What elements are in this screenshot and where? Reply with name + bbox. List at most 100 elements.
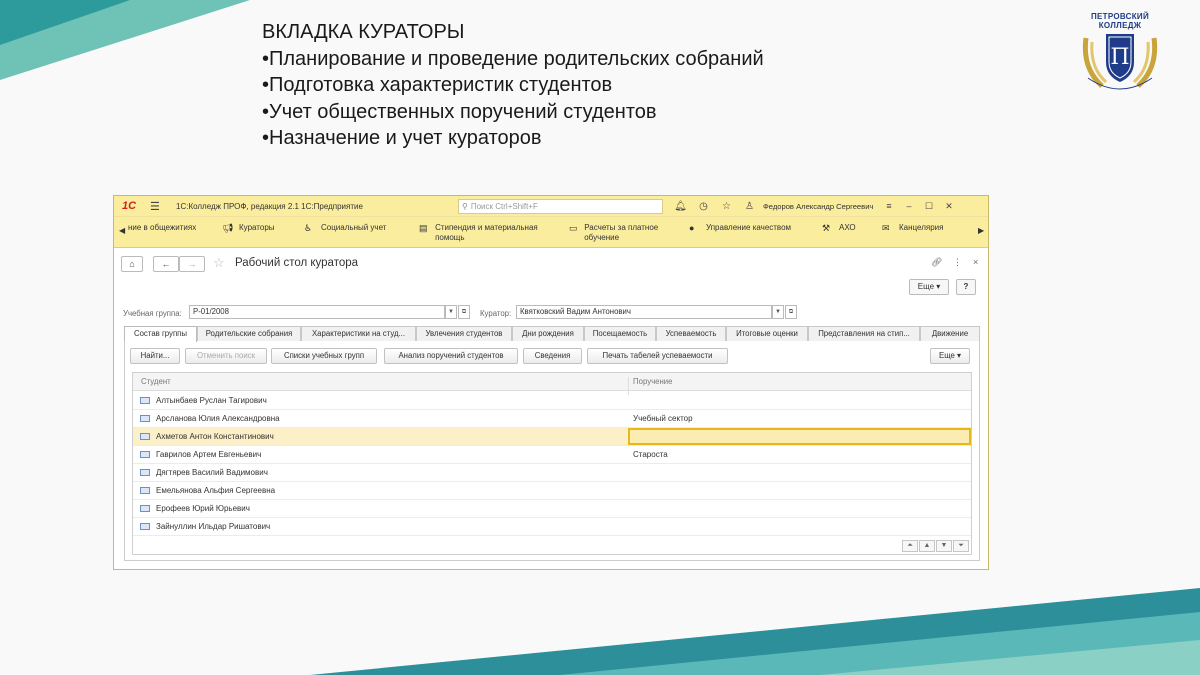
scroll-last-icon[interactable]: ⏷ — [953, 540, 969, 552]
section-curators[interactable]: 📢︎ Кураторы — [222, 223, 275, 233]
maximize-icon[interactable]: ☐ — [919, 201, 939, 212]
more-vertical-icon[interactable]: ⋮ — [953, 257, 962, 268]
megaphone-icon: 📢︎ — [222, 223, 234, 233]
favorites-star-icon[interactable]: ☆ — [715, 201, 738, 212]
table-row[interactable]: Ерофеев Юрий Юрьевич — [133, 500, 971, 518]
print-reports-button[interactable]: Печать табелей успеваемости — [587, 348, 728, 364]
close-form-icon[interactable]: × — [973, 257, 978, 267]
info-button[interactable]: Сведения — [523, 348, 582, 364]
student-name: Зайнуллин Ильдар Ришатович — [156, 522, 271, 531]
tab-hobbies[interactable]: Увлечения студентов — [416, 326, 512, 341]
bell-icon[interactable]: 🔔︎ — [669, 201, 692, 212]
forward-arrow-icon[interactable]: → — [179, 256, 205, 272]
group-lists-button[interactable]: Списки учебных групп — [271, 348, 377, 364]
student-name: Дягтярев Василий Вадимович — [156, 468, 268, 477]
section-payments[interactable]: ▭ Расчеты за платное обучение — [569, 223, 679, 243]
column-header-student[interactable]: Студент — [141, 377, 171, 386]
table-row[interactable]: Зайнуллин Ильдар Ришатович — [133, 518, 971, 536]
user-name[interactable]: Федоров Александр Сергеевич — [763, 202, 879, 211]
global-search-input[interactable]: ⚲ Поиск Ctrl+Shift+F — [458, 198, 663, 214]
slide-text: ВКЛАДКА КУРАТОРЫ •Планирование и проведе… — [262, 19, 764, 152]
group-composition-panel: Найти... Отменить поиск Списки учебных г… — [124, 341, 980, 561]
tab-parent-meetings[interactable]: Родительские собрания — [197, 326, 301, 341]
menu-icon[interactable]: ☰ — [150, 200, 164, 213]
section-stipend[interactable]: ▤ Стипендия и материальная помощь — [419, 223, 559, 243]
form-more-button[interactable]: Еще ▾ — [909, 279, 949, 295]
section-label: Кураторы — [239, 223, 275, 232]
student-card-icon — [140, 505, 150, 512]
section-office[interactable]: ✉ Канцелярия — [882, 223, 943, 233]
tab-final-grades[interactable]: Итоговые оценки — [726, 326, 808, 341]
slide-heading: ВКЛАДКА КУРАТОРЫ — [262, 21, 465, 43]
link-icon[interactable]: 🔗︎ — [931, 257, 942, 268]
college-logo: ПЕТРОВСКИЙ КОЛЛЕДЖ П — [1080, 12, 1160, 97]
scroll-first-icon[interactable]: ⏶ — [902, 540, 918, 552]
curator-label: Куратор: — [480, 309, 512, 318]
section-label: Стипендия и материальная помощь — [435, 223, 538, 242]
scroll-up-icon[interactable]: ▲ — [919, 540, 935, 552]
find-button[interactable]: Найти... — [130, 348, 180, 364]
table-row-selected[interactable]: Ахметов Антон Константинович — [133, 428, 971, 446]
minimize-icon[interactable]: – — [899, 201, 919, 211]
group-field[interactable]: Р-01/2008 — [189, 305, 445, 319]
curator-field[interactable]: Квятковский Вадим Антонович — [516, 305, 772, 319]
curator-open-icon[interactable]: ⧉ — [785, 305, 797, 319]
more-label: Еще — [917, 282, 935, 291]
table-row[interactable]: Дягтярев Василий Вадимович — [133, 464, 971, 482]
section-dormitory[interactable]: ние в общежитиях — [128, 223, 196, 233]
wheelchair-icon: ♿︎ — [304, 223, 313, 233]
student-card-icon — [140, 397, 150, 404]
home-icon[interactable]: ⌂ — [121, 256, 143, 272]
section-panel: ◀ ние в общежитиях 📢︎ Кураторы ♿︎ Социал… — [114, 216, 988, 248]
tab-attendance[interactable]: Посещаемость — [584, 326, 656, 341]
app-logo: 1С — [122, 200, 137, 212]
commands-more-button[interactable]: Еще ▾ — [930, 348, 970, 364]
favorite-star-icon[interactable]: ☆ — [213, 255, 225, 271]
table-row[interactable]: Арсланова Юлия Александровна Учебный сек… — [133, 410, 971, 428]
task-cell-editor[interactable] — [628, 428, 971, 445]
envelope-icon: ✉ — [882, 223, 890, 233]
group-dropdown-icon[interactable]: ▼ — [445, 305, 457, 319]
settings-menu-icon[interactable]: ≡ — [879, 201, 899, 211]
student-card-icon — [140, 451, 150, 458]
student-name: Ахметов Антон Константинович — [156, 432, 274, 441]
help-button[interactable]: ? — [956, 279, 976, 295]
hammer-icon: ⚒ — [822, 223, 831, 233]
scroll-left-icon[interactable]: ◀ — [119, 226, 125, 235]
table-row[interactable]: Алтынбаев Руслан Тагирович — [133, 392, 971, 410]
table-row[interactable]: Гаврилов Артем Евгеньевич Староста — [133, 446, 971, 464]
tab-characteristics[interactable]: Характеристики на студ... — [301, 326, 416, 341]
task-analysis-button[interactable]: Анализ поручений студентов — [384, 348, 518, 364]
slide-bullet: •Учет общественных поручений студентов — [262, 100, 657, 123]
history-icon[interactable]: ◷ — [692, 201, 715, 212]
back-arrow-icon[interactable]: ← — [153, 256, 179, 272]
student-card-icon — [140, 469, 150, 476]
group-open-icon[interactable]: ⧉ — [458, 305, 470, 319]
tab-birthdays[interactable]: Дни рождения — [512, 326, 584, 341]
table-row[interactable]: Емельянова Альфия Сергеевна — [133, 482, 971, 500]
title-bar: 1С ☰ 1С:Колледж ПРОФ, редакция 2.1 1С:Пр… — [114, 196, 988, 216]
curator-dropdown-icon[interactable]: ▼ — [772, 305, 784, 319]
section-quality[interactable]: ● Управление качеством — [689, 223, 791, 233]
section-label: Социальный учет — [321, 223, 387, 232]
form-title: Рабочий стол куратора — [235, 257, 359, 269]
cancel-search-button[interactable]: Отменить поиск — [185, 348, 267, 364]
slide-bullet: •Назначение и учет кураторов — [262, 127, 542, 149]
scroll-right-icon[interactable]: ▶ — [978, 226, 984, 235]
user-icon[interactable]: ♙ — [738, 201, 761, 212]
close-icon[interactable]: ✕ — [939, 201, 959, 212]
tab-movement[interactable]: Движение — [920, 326, 980, 341]
scroll-down-icon[interactable]: ▼ — [936, 540, 952, 552]
tab-performance[interactable]: Успеваемость — [656, 326, 726, 341]
table-navigation: ⏶ ▲ ▼ ⏷ — [901, 540, 969, 552]
section-label: Расчеты за платное обучение — [584, 223, 659, 242]
more-label: Еще — [939, 351, 955, 360]
column-header-task[interactable]: Поручение — [633, 377, 672, 386]
section-label: ние в общежитиях — [128, 223, 197, 232]
logo-emblem-icon: П — [1082, 34, 1158, 90]
group-label: Учебная группа: — [123, 309, 182, 318]
section-aho[interactable]: ⚒ АХО — [822, 223, 856, 233]
section-social[interactable]: ♿︎ Социальный учет — [304, 223, 386, 233]
tab-group-composition[interactable]: Состав группы — [124, 326, 197, 342]
tab-stipend-submissions[interactable]: Представления на стип... — [808, 326, 920, 341]
